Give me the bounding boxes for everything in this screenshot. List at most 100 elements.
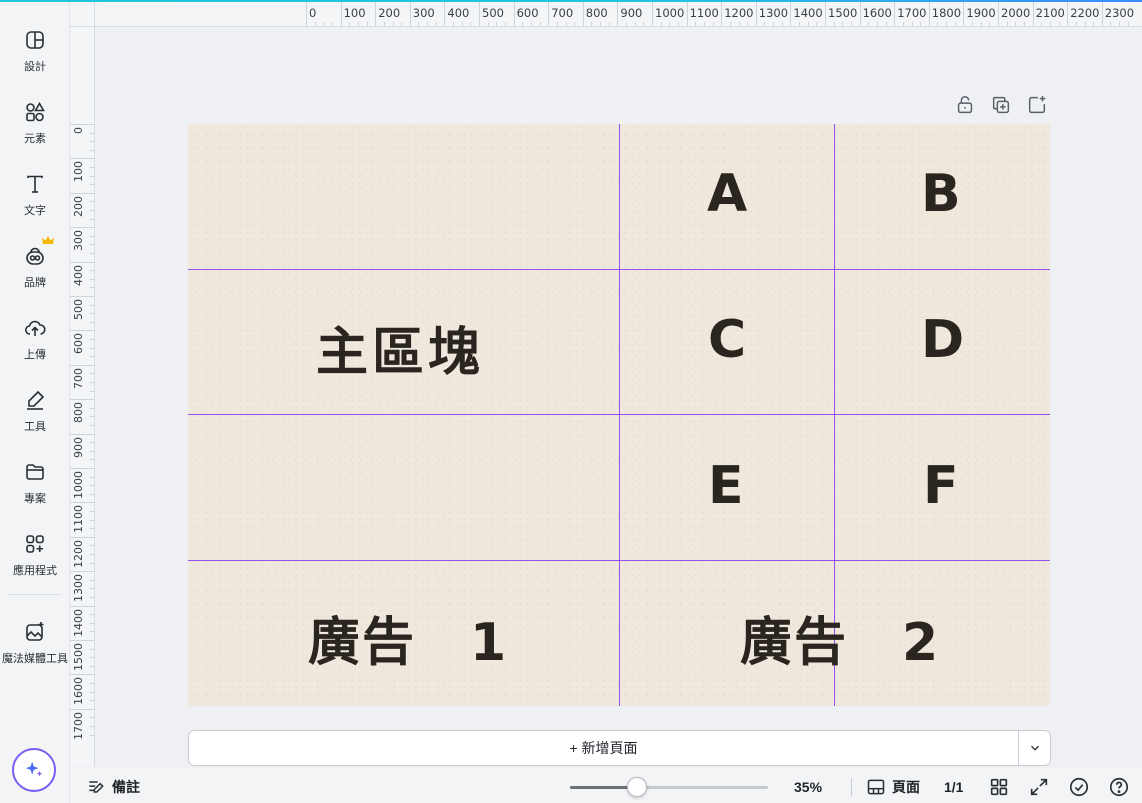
cell-b-text[interactable]: B: [921, 164, 961, 224]
ruler-minor-tick: [574, 22, 576, 27]
cell-e-text[interactable]: E: [708, 456, 744, 516]
ruler-minor-tick: [90, 167, 95, 168]
ruler-minor-tick: [902, 22, 904, 27]
sidebar-item-label: 專案: [24, 493, 46, 505]
ruler-minor-tick: [885, 22, 887, 27]
ruler-tick: [70, 124, 95, 125]
ruler-minor-tick: [980, 22, 982, 27]
cell-d-text[interactable]: D: [921, 310, 964, 370]
sidebar-item-projects[interactable]: 專案: [0, 456, 70, 516]
ruler-label: 900: [620, 6, 643, 20]
sidebar-item-label: 工具: [24, 421, 46, 433]
ruler-label: 1500: [72, 643, 85, 671]
main-block-text[interactable]: 主區塊: [316, 310, 484, 385]
pages-button[interactable]: 頁面: [866, 777, 920, 797]
zoom-level[interactable]: 35%: [794, 779, 822, 795]
ruler-minor-tick: [833, 22, 835, 27]
notes-button[interactable]: 備註: [86, 777, 140, 797]
sidebar-divider: [8, 594, 62, 595]
ruler-minor-tick: [972, 22, 974, 27]
ruler-minor-tick: [314, 22, 316, 27]
sidebar-item-design[interactable]: 設計: [0, 24, 70, 84]
guide-line-vertical: [619, 124, 620, 706]
add-page-bar[interactable]: + 新增頁面: [188, 730, 1018, 766]
fullscreen-button[interactable]: [1028, 776, 1050, 798]
ruler-tick: [963, 2, 965, 27]
sidebar-item-tools[interactable]: 工具: [0, 384, 70, 444]
sparkle-icon: [25, 761, 43, 777]
ruler-minor-tick: [90, 287, 95, 289]
grid-view-icon: [990, 778, 1008, 796]
ruler-tick: [70, 571, 95, 573]
ruler-tick: [70, 158, 95, 160]
help-button[interactable]: [1108, 776, 1130, 798]
ruler-minor-tick: [677, 22, 679, 27]
magic-assistant-button[interactable]: [12, 748, 56, 792]
ruler-label: 200: [378, 6, 401, 20]
duplicate-page-button[interactable]: [990, 94, 1012, 116]
sidebar-item-apps[interactable]: 應用程式: [0, 528, 70, 588]
ruler-label: 2100: [1035, 6, 1065, 20]
ad-2-text[interactable]: 廣告 2: [740, 600, 940, 675]
add-page-button[interactable]: [1026, 94, 1048, 116]
ruler-label: 700: [72, 367, 85, 389]
folder-icon: [26, 464, 44, 480]
ruler-minor-tick: [920, 22, 922, 27]
ruler-minor-tick: [487, 22, 489, 27]
ruler-minor-tick: [90, 717, 95, 719]
ruler-tick: [70, 227, 95, 229]
sidebar-item-uploads[interactable]: 上傳: [0, 312, 70, 372]
sidebar-item-magic-media[interactable]: 魔法媒體工具: [0, 616, 70, 676]
ruler-minor-tick: [1119, 22, 1121, 27]
cell-f-text[interactable]: F: [923, 456, 959, 516]
sidebar-item-brand[interactable]: 品牌: [0, 236, 70, 300]
ad-1-text[interactable]: 廣告 1: [308, 600, 508, 675]
ruler-minor-tick: [470, 22, 472, 27]
ruler-minor-tick: [1110, 22, 1112, 27]
design-canvas[interactable]: 主區塊 A B C D E F 廣告 1 廣告 2: [188, 124, 1050, 706]
grid-view-button[interactable]: [988, 776, 1010, 798]
ruler-label: 1900: [966, 6, 996, 20]
ruler-minor-tick: [799, 22, 801, 27]
ruler-minor-tick: [1058, 22, 1060, 27]
ruler-tick: [70, 502, 95, 504]
ruler-label: 1600: [862, 6, 892, 20]
ruler-minor-tick: [90, 579, 95, 581]
ruler-tick: [617, 2, 619, 27]
ruler-tick: [70, 261, 95, 263]
add-page-options-button[interactable]: [1018, 730, 1051, 766]
notes-icon: [89, 781, 104, 793]
ruler-label: 200: [72, 195, 85, 217]
ruler-label: 1000: [72, 471, 85, 499]
ruler-tick: [928, 2, 930, 27]
lock-page-button[interactable]: [954, 94, 976, 116]
ruler-minor-tick: [911, 22, 913, 27]
ruler-minor-tick: [712, 22, 714, 27]
check-status-button[interactable]: [1068, 776, 1090, 798]
ruler-label: 1600: [72, 677, 85, 706]
ruler-minor-tick: [90, 339, 95, 340]
ruler-label: 1000: [655, 6, 685, 20]
ruler-minor-tick: [90, 416, 95, 418]
ruler-minor-tick: [90, 313, 95, 315]
duplicate-icon: [992, 96, 1010, 114]
ruler-minor-tick: [90, 665, 95, 667]
ruler-minor-tick: [1023, 22, 1025, 27]
sidebar-item-elements[interactable]: 元素: [0, 96, 70, 156]
cell-c-text[interactable]: C: [708, 310, 746, 370]
ruler-label: 400: [72, 264, 85, 286]
ruler-minor-tick: [634, 22, 636, 27]
ruler-minor-tick: [1075, 22, 1077, 27]
sidebar-item-text[interactable]: 文字: [0, 168, 70, 228]
ruler-minor-tick: [90, 459, 95, 461]
ruler-label: 400: [447, 6, 470, 20]
ruler-minor-tick: [556, 22, 558, 27]
cell-a-text[interactable]: A: [707, 164, 747, 224]
ruler-minor-tick: [90, 201, 95, 203]
ruler-minor-tick: [90, 485, 95, 487]
pages-label: 頁面: [892, 779, 920, 795]
ruler-label: 1200: [72, 539, 85, 568]
ruler-minor-tick: [1084, 22, 1086, 27]
ruler-tick: [70, 364, 95, 366]
ruler-minor-tick: [842, 22, 844, 27]
